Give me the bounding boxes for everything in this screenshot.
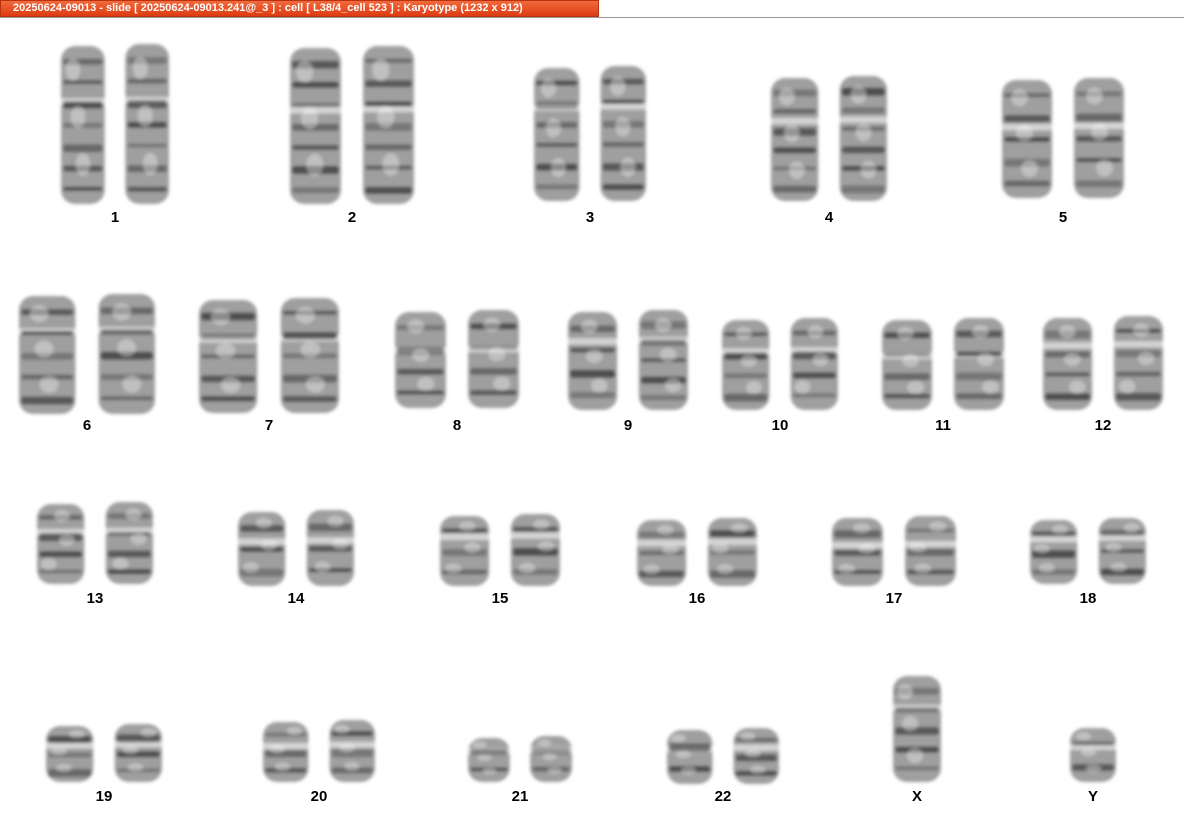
chromosome-y-a[interactable] bbox=[1069, 728, 1117, 782]
chromosome-8-b[interactable] bbox=[467, 310, 520, 408]
chromosome-7-a[interactable] bbox=[198, 300, 259, 413]
chromosome-4-b[interactable] bbox=[838, 76, 888, 201]
chromosome-label-22: 22 bbox=[715, 788, 732, 805]
chromosome-label-19: 19 bbox=[96, 788, 113, 805]
chromosome-17-a[interactable] bbox=[831, 518, 884, 586]
chromosome-label-10: 10 bbox=[772, 417, 789, 434]
chromosome-15-a[interactable] bbox=[439, 516, 491, 586]
chromosome-label-2: 2 bbox=[348, 209, 356, 226]
chromosome-pair-6[interactable]: 6 bbox=[18, 294, 156, 434]
chromosome-pair-2[interactable]: 2 bbox=[289, 46, 415, 226]
chromosome-pair-7[interactable]: 7 bbox=[198, 298, 340, 434]
chromosome-13-a[interactable] bbox=[36, 504, 86, 584]
chromosome-6-a[interactable] bbox=[18, 296, 77, 414]
chromosome-label-20: 20 bbox=[311, 788, 328, 805]
chromosome-pair-x[interactable]: X bbox=[892, 676, 942, 805]
chromosome-21-a[interactable] bbox=[467, 738, 511, 782]
chromosome-pair-10[interactable]: 10 bbox=[721, 318, 839, 434]
chromosome-9-b[interactable] bbox=[637, 310, 689, 410]
chromosome-4-a[interactable] bbox=[770, 78, 820, 201]
chromosome-14-b[interactable] bbox=[305, 510, 355, 586]
chromosome-2-b[interactable] bbox=[362, 46, 415, 204]
chromosome-pair-18[interactable]: 18 bbox=[1029, 518, 1147, 607]
chromosome-pair-y[interactable]: Y bbox=[1069, 728, 1117, 805]
chromosome-9-a[interactable] bbox=[567, 312, 619, 410]
chromosome-x-a[interactable] bbox=[892, 676, 942, 782]
chromosome-label-12: 12 bbox=[1095, 417, 1112, 434]
chromosome-2-a[interactable] bbox=[289, 48, 342, 204]
chromosome-16-a[interactable] bbox=[636, 520, 688, 586]
chromosome-pair-12[interactable]: 12 bbox=[1042, 316, 1164, 434]
chromosome-pair-4[interactable]: 4 bbox=[770, 76, 888, 226]
chromosome-pair-16[interactable]: 16 bbox=[636, 518, 758, 607]
chromosome-3-b[interactable] bbox=[599, 66, 648, 201]
chromosome-label-5: 5 bbox=[1059, 209, 1067, 226]
title-bar: 20250624-09013 - slide [ 20250624-09013.… bbox=[0, 0, 1184, 18]
chromosome-pair-15[interactable]: 15 bbox=[439, 514, 561, 607]
chromosome-label-1: 1 bbox=[111, 209, 119, 226]
chromosome-label-15: 15 bbox=[492, 590, 509, 607]
chromosome-19-b[interactable] bbox=[113, 724, 163, 782]
chromosome-5-a[interactable] bbox=[1001, 80, 1054, 198]
chromosome-label-6: 6 bbox=[83, 417, 91, 434]
karyogram: 1 2 3 4 56 7 8 9 10 11 1213 14 15 16 17 1819 20 21 22 X Y bbox=[18, 44, 1164, 805]
chromosome-8-a[interactable] bbox=[394, 312, 447, 408]
chromosome-pair-11[interactable]: 11 bbox=[881, 318, 1005, 434]
window-title[interactable]: 20250624-09013 - slide [ 20250624-09013.… bbox=[0, 0, 599, 17]
chromosome-22-a[interactable] bbox=[666, 730, 714, 784]
chromosome-label-16: 16 bbox=[689, 590, 706, 607]
chromosome-12-a[interactable] bbox=[1042, 318, 1094, 410]
chromosome-18-b[interactable] bbox=[1097, 518, 1147, 584]
chromosome-pair-8[interactable]: 8 bbox=[394, 310, 520, 434]
chromosome-pair-14[interactable]: 14 bbox=[237, 510, 355, 607]
chromosome-pair-1[interactable]: 1 bbox=[60, 44, 170, 226]
chromosome-11-a[interactable] bbox=[881, 320, 934, 410]
chromosome-pair-9[interactable]: 9 bbox=[567, 310, 689, 434]
chromosome-15-b[interactable] bbox=[509, 514, 561, 586]
chromosome-pair-22[interactable]: 22 bbox=[666, 728, 780, 805]
chromosome-6-b[interactable] bbox=[97, 294, 156, 414]
chromosome-18-a[interactable] bbox=[1029, 520, 1079, 584]
chromosome-12-b[interactable] bbox=[1112, 316, 1164, 410]
chromosome-pair-17[interactable]: 17 bbox=[831, 516, 957, 607]
chromosome-13-b[interactable] bbox=[104, 502, 154, 584]
chromosome-20-b[interactable] bbox=[328, 720, 377, 782]
chromosome-16-b[interactable] bbox=[706, 518, 758, 586]
chromosome-20-a[interactable] bbox=[262, 722, 310, 782]
chromosome-label-13: 13 bbox=[87, 590, 104, 607]
chromosome-7-b[interactable] bbox=[279, 298, 340, 413]
chromosome-label-3: 3 bbox=[586, 209, 594, 226]
karyotype-window: 20250624-09013 - slide [ 20250624-09013.… bbox=[0, 0, 1184, 825]
chromosome-22-b[interactable] bbox=[732, 728, 781, 784]
chromosome-label-y: Y bbox=[1088, 788, 1098, 805]
chromosome-10-a[interactable] bbox=[721, 320, 771, 410]
chromosome-17-b[interactable] bbox=[904, 516, 957, 586]
chromosome-1-a[interactable] bbox=[60, 46, 106, 204]
chromosome-label-17: 17 bbox=[886, 590, 903, 607]
chromosome-10-b[interactable] bbox=[789, 318, 839, 410]
chromosome-pair-13[interactable]: 13 bbox=[36, 502, 154, 607]
chromosome-3-a[interactable] bbox=[533, 68, 581, 201]
chromosome-5-b[interactable] bbox=[1072, 78, 1125, 198]
chromosome-14-a[interactable] bbox=[237, 512, 287, 586]
chromosome-label-8: 8 bbox=[453, 417, 461, 434]
chromosome-19-a[interactable] bbox=[45, 726, 95, 782]
chromosome-11-b[interactable] bbox=[952, 318, 1005, 410]
chromosome-pair-21[interactable]: 21 bbox=[467, 736, 573, 805]
chromosome-label-21: 21 bbox=[512, 788, 529, 805]
chromosome-21-b[interactable] bbox=[529, 736, 573, 782]
chromosome-label-7: 7 bbox=[265, 417, 273, 434]
chromosome-1-b[interactable] bbox=[124, 44, 170, 204]
chromosome-pair-3[interactable]: 3 bbox=[533, 66, 647, 226]
chromosome-pair-20[interactable]: 20 bbox=[262, 720, 376, 805]
chromosome-label-9: 9 bbox=[624, 417, 632, 434]
chromosome-pair-5[interactable]: 5 bbox=[1001, 78, 1125, 226]
chromosome-label-4: 4 bbox=[825, 209, 834, 226]
chromosome-pair-19[interactable]: 19 bbox=[45, 724, 163, 805]
chromosome-label-11: 11 bbox=[935, 417, 951, 434]
chromosome-label-18: 18 bbox=[1080, 590, 1097, 607]
chromosome-label-x: X bbox=[912, 788, 922, 805]
chromosome-label-14: 14 bbox=[288, 590, 305, 607]
